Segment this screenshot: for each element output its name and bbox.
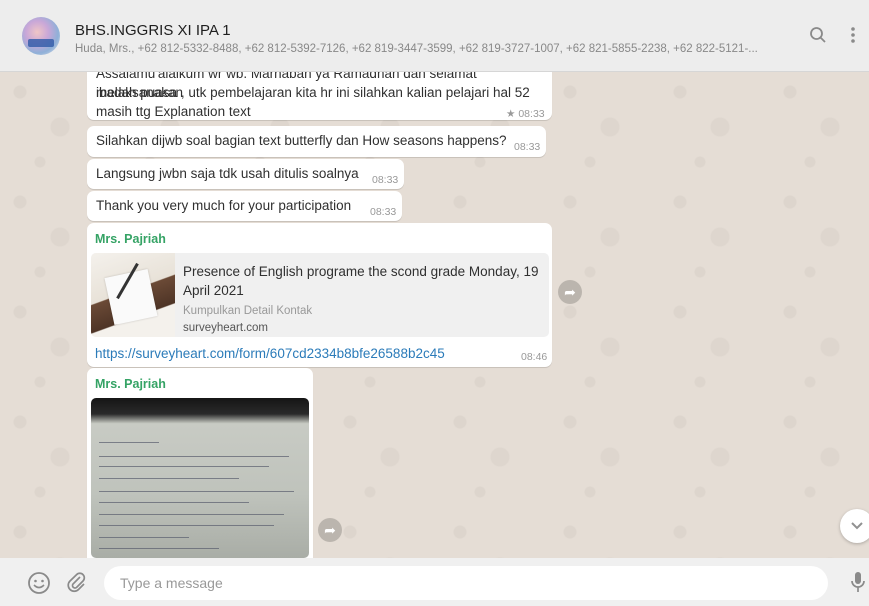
message-time: ★ 08:33 — [506, 108, 545, 120]
attach-icon[interactable] — [64, 571, 88, 595]
message-time: 08:33 — [372, 174, 399, 186]
message-text: Silahkan dijwb soal bagian text butterfl… — [96, 133, 507, 148]
message-time-value: 08:33 — [518, 108, 545, 120]
star-icon: ★ — [506, 108, 516, 120]
message-link[interactable]: https://surveyheart.com/form/607cd2334b8… — [95, 346, 445, 361]
image-attachment[interactable] — [91, 398, 309, 558]
message-bubble[interactable]: Thank you very much for your participati… — [87, 191, 402, 221]
link-preview[interactable]: Presence of English programe the scond g… — [91, 253, 549, 337]
chat-header[interactable]: BHS.INGGRIS XI IPA 1 Huda, Mrs., +62 812… — [0, 0, 869, 72]
forward-icon[interactable]: ➦ — [318, 518, 342, 542]
link-preview-thumbnail — [91, 253, 175, 337]
menu-icon[interactable] — [842, 26, 864, 48]
search-icon[interactable] — [807, 26, 829, 48]
scroll-down-button[interactable] — [840, 509, 869, 543]
composer — [0, 558, 869, 606]
message-bubble[interactable]: Silahkan dijwb soal bagian text butterfl… — [87, 126, 546, 157]
sender-name: Mrs. Pajriah — [95, 377, 166, 391]
message-input[interactable] — [104, 566, 828, 600]
message-list[interactable]: Assalamu'alaikum wr wb. Marhaban ya Rama… — [0, 72, 869, 558]
group-members: Huda, Mrs., +62 812-5332-8488, +62 812-5… — [75, 43, 758, 55]
message-bubble[interactable]: Mrs. Pajriah Presence of English program… — [87, 223, 552, 367]
message-time: 08:33 — [514, 141, 541, 153]
message-bubble[interactable]: Langsung jwbn saja tdk usah ditulis soal… — [87, 159, 404, 189]
message-text-line: masih ttg Explanation text — [96, 104, 251, 119]
mic-icon[interactable] — [846, 571, 869, 595]
link-preview-title: Presence of English programe the scond g… — [183, 264, 539, 298]
message-time: 08:46 — [521, 351, 548, 363]
link-preview-domain: surveyheart.com — [183, 322, 269, 334]
emoji-icon[interactable] — [27, 571, 51, 595]
sender-name: Mrs. Pajriah — [95, 232, 166, 246]
link-preview-description: Kumpulkan Detail Kontak — [183, 305, 313, 317]
message-text-line: ibadah puasa , utk pembelajaran kita hr … — [96, 85, 530, 100]
message-text: Thank you very much for your participati… — [96, 198, 352, 213]
message-bubble[interactable]: Assalamu'alaikum wr wb. Marhaban ya Rama… — [87, 72, 552, 120]
forward-icon[interactable]: ➦ — [558, 280, 582, 304]
message-time: 08:33 — [370, 206, 397, 218]
group-avatar[interactable] — [22, 17, 60, 55]
message-bubble[interactable]: Mrs. Pajriah — [87, 368, 313, 558]
message-text: Langsung jwbn saja tdk usah ditulis soal… — [96, 166, 359, 181]
group-title: BHS.INGGRIS XI IPA 1 — [75, 22, 231, 39]
